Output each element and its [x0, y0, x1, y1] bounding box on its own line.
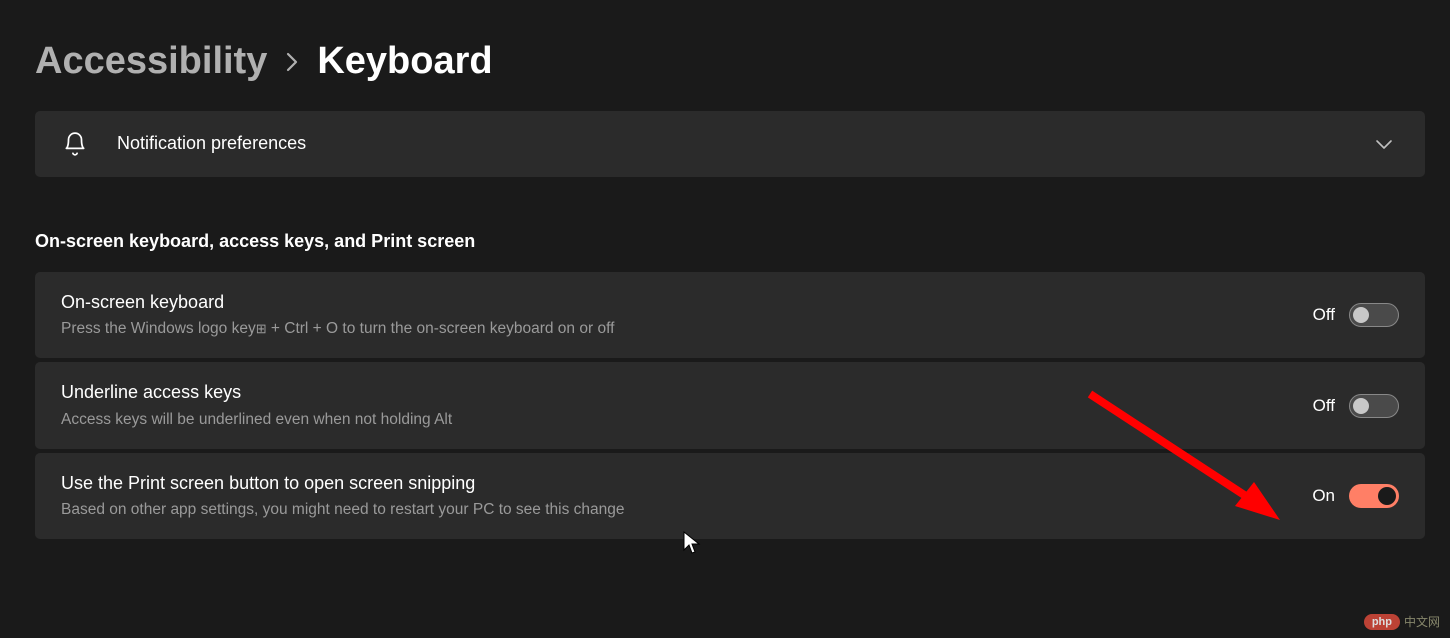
- watermark-text: 中文网: [1404, 613, 1440, 630]
- section-heading: On-screen keyboard, access keys, and Pri…: [35, 231, 1450, 252]
- row-title: Notification preferences: [117, 131, 1369, 156]
- row-title: On-screen keyboard: [61, 290, 1313, 315]
- row-body: On-screen keyboard Press the Windows log…: [61, 290, 1313, 340]
- row-body: Notification preferences: [117, 131, 1369, 156]
- toggle-state-label: Off: [1313, 396, 1335, 416]
- row-body: Underline access keys Access keys will b…: [61, 380, 1313, 430]
- row-body: Use the Print screen button to open scre…: [61, 471, 1312, 521]
- chevron-right-icon: [285, 52, 299, 72]
- windows-logo-icon: ⊞: [256, 319, 267, 339]
- chevron-down-icon[interactable]: [1369, 138, 1399, 150]
- row-description: Based on other app settings, you might n…: [61, 498, 1312, 521]
- toggle-state-label: On: [1312, 486, 1335, 506]
- row-right: [1369, 138, 1399, 150]
- row-right: Off: [1313, 303, 1399, 327]
- notification-preferences-row[interactable]: Notification preferences: [35, 111, 1425, 177]
- print-screen-snipping-toggle[interactable]: [1349, 484, 1399, 508]
- underline-access-keys-row: Underline access keys Access keys will b…: [35, 362, 1425, 448]
- toggle-state-label: Off: [1313, 305, 1335, 325]
- watermark-badge: php: [1364, 614, 1400, 630]
- bell-icon: [61, 131, 89, 157]
- row-title: Use the Print screen button to open scre…: [61, 471, 1312, 496]
- breadcrumb-current: Keyboard: [317, 40, 492, 83]
- underline-access-keys-toggle[interactable]: [1349, 394, 1399, 418]
- row-right: On: [1312, 484, 1399, 508]
- breadcrumb-parent[interactable]: Accessibility: [35, 40, 267, 83]
- on-screen-keyboard-toggle[interactable]: [1349, 303, 1399, 327]
- on-screen-keyboard-row: On-screen keyboard Press the Windows log…: [35, 272, 1425, 358]
- breadcrumb: Accessibility Keyboard: [35, 40, 1450, 83]
- row-right: Off: [1313, 394, 1399, 418]
- row-description: Access keys will be underlined even when…: [61, 408, 1313, 431]
- watermark: php 中文网: [1364, 613, 1440, 630]
- print-screen-snipping-row: Use the Print screen button to open scre…: [35, 453, 1425, 539]
- settings-page: Accessibility Keyboard Notification pref…: [0, 0, 1450, 539]
- row-description: Press the Windows logo key ⊞ + Ctrl + O …: [61, 317, 1313, 340]
- row-title: Underline access keys: [61, 380, 1313, 405]
